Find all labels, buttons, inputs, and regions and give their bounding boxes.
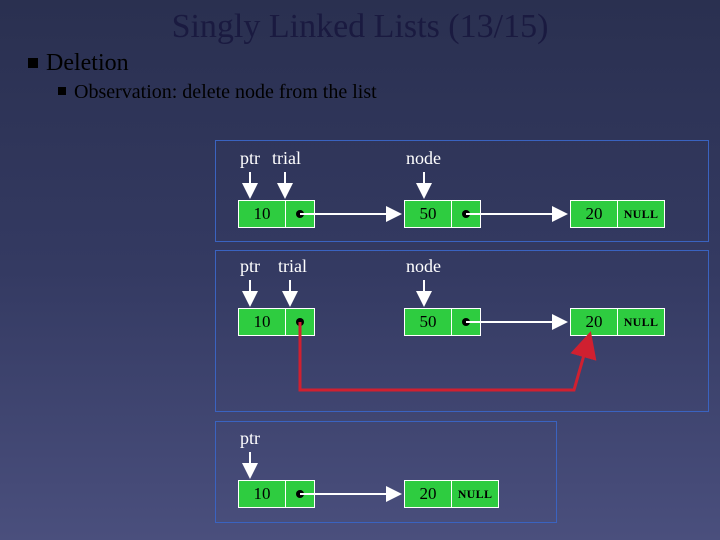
row1-node-20: 20 NULL (570, 200, 665, 228)
row3-node-10: 10 (238, 480, 315, 508)
row3-node-10-value: 10 (238, 480, 286, 508)
row1-node-50-ptr (452, 200, 481, 228)
row2-frame (215, 250, 709, 412)
row2-null: NULL (618, 308, 665, 336)
label-ptr1: ptr (240, 148, 260, 169)
row2-node-10: 10 (238, 308, 315, 336)
bullet-level-2: Observation: delete node from the list (28, 81, 720, 104)
bullet-level-1: Deletion Observation: delete node from t… (0, 50, 720, 104)
row3-null: NULL (452, 480, 499, 508)
dot-icon (462, 318, 470, 326)
row2-node-10-value: 10 (238, 308, 286, 336)
dot-icon (462, 210, 470, 218)
row2-node-20-value: 20 (570, 308, 618, 336)
bullet-deletion: Deletion Observation: delete node from t… (28, 50, 720, 104)
row1-node-10: 10 (238, 200, 315, 228)
row3-node-10-ptr (286, 480, 315, 508)
row1-node-50: 50 (404, 200, 481, 228)
label-trial1: trial (272, 148, 301, 169)
row3-node-20-value: 20 (404, 480, 452, 508)
row3-frame (215, 421, 557, 523)
bullet-observation: Observation: delete node from the list (58, 81, 720, 104)
row1-null: NULL (618, 200, 665, 228)
row3-node-20: 20 NULL (404, 480, 499, 508)
row2-node-20: 20 NULL (570, 308, 665, 336)
dot-icon (296, 318, 304, 326)
label-ptr3: ptr (240, 428, 260, 449)
row2-node-10-ptr (286, 308, 315, 336)
label-node2: node (406, 256, 441, 277)
row1-node-50-value: 50 (404, 200, 452, 228)
dot-icon (296, 210, 304, 218)
row1-node-10-ptr (286, 200, 315, 228)
label-node1: node (406, 148, 441, 169)
label-trial2: trial (278, 256, 307, 277)
row2-node-50-value: 50 (404, 308, 452, 336)
row1-node-20-value: 20 (570, 200, 618, 228)
row2-node-50-ptr (452, 308, 481, 336)
label-ptr2: ptr (240, 256, 260, 277)
row2-node-50: 50 (404, 308, 481, 336)
dot-icon (296, 490, 304, 498)
row1-node-10-value: 10 (238, 200, 286, 228)
page-title: Singly Linked Lists (13/15) (0, 0, 720, 50)
row1-frame (215, 140, 709, 242)
